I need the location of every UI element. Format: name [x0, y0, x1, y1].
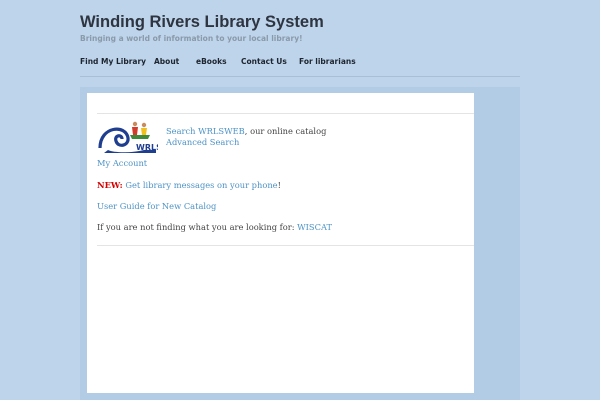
my-account-link[interactable]: My Account	[97, 158, 147, 168]
search-line: Search WRLSWEB, our online catalog	[166, 126, 326, 136]
nav-for-librarians[interactable]: For librarians	[299, 57, 356, 66]
phone-messages-link[interactable]: Get library messages on your phone	[125, 180, 277, 190]
nav-ebooks[interactable]: eBooks	[196, 57, 227, 66]
search-catalog-link[interactable]: Search WRLSWEB	[166, 126, 245, 136]
nav-find-my-library[interactable]: Find My Library	[80, 57, 146, 66]
logo-text: WRLS	[136, 143, 158, 152]
not-finding-text: If you are not finding what you are look…	[97, 222, 298, 232]
advanced-search-link[interactable]: Advanced Search	[166, 137, 239, 147]
wrls-logo: WRLS	[98, 121, 158, 153]
site-title[interactable]: Winding Rivers Library System	[80, 13, 324, 32]
phone-suffix: !	[277, 180, 281, 190]
content-panel: WRLS Search WRLSWEB, our online catalog …	[87, 93, 474, 393]
panel-divider-top	[97, 113, 474, 114]
site-tagline: Bringing a world of information to your …	[80, 34, 303, 43]
phone-messages-line: NEW: Get library messages on your phone!	[97, 180, 281, 190]
wiscat-link[interactable]: WISCAT	[297, 222, 332, 232]
new-badge: NEW:	[97, 180, 123, 190]
nav-about[interactable]: About	[154, 57, 179, 66]
user-guide-link[interactable]: User Guide for New Catalog	[97, 201, 216, 211]
nav-divider	[80, 76, 520, 77]
wiscat-line: If you are not finding what you are look…	[97, 222, 332, 232]
panel-divider-bottom	[97, 245, 474, 246]
nav-contact-us[interactable]: Contact Us	[241, 57, 287, 66]
search-suffix: , our online catalog	[244, 126, 327, 136]
